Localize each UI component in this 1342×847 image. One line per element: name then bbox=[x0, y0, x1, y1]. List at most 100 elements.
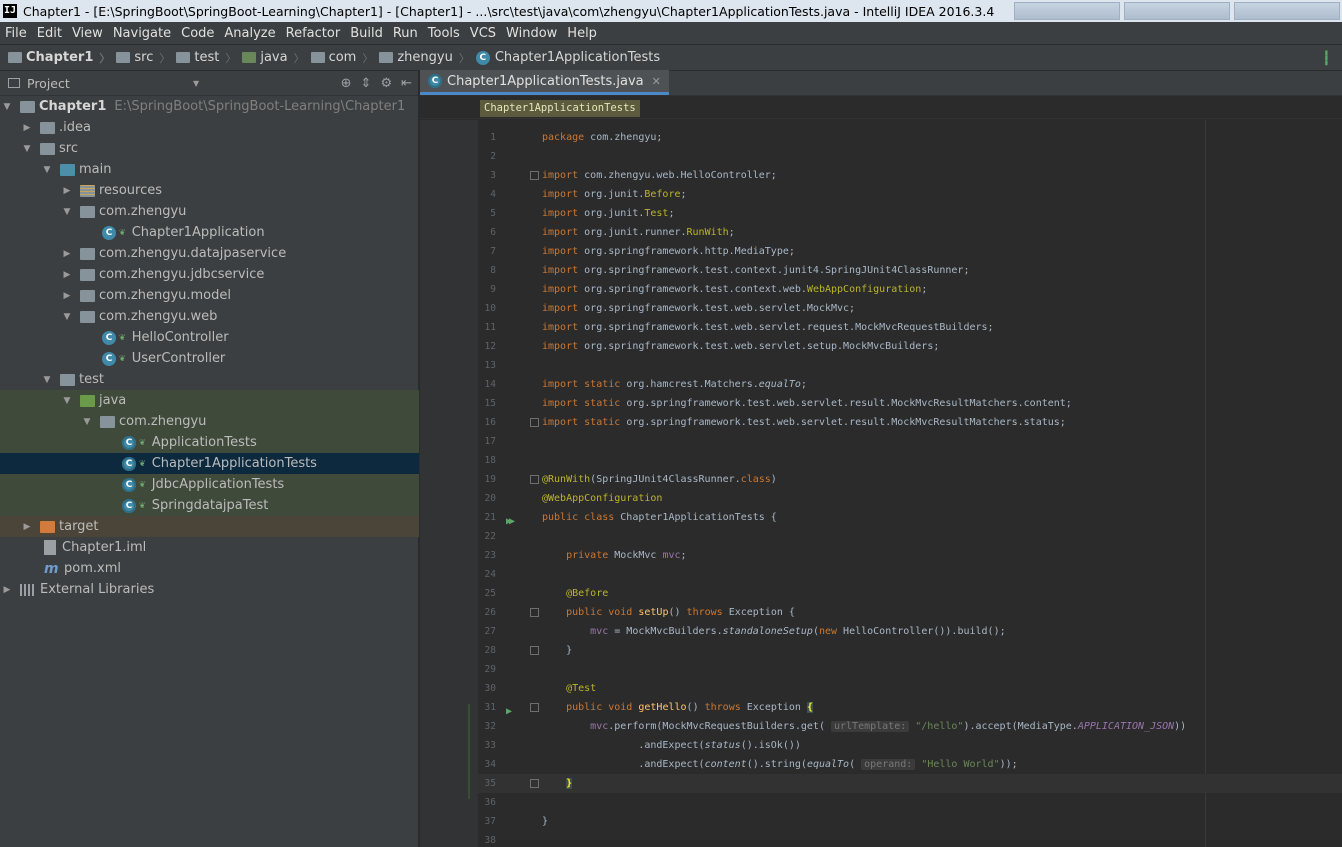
menu-run[interactable]: Run bbox=[388, 26, 423, 41]
code-line: 27 mvc = MockMvcBuilders.standaloneSetup… bbox=[478, 622, 1342, 641]
tree-node-idea[interactable]: ▶ .idea bbox=[0, 117, 419, 138]
gear-icon[interactable]: ⚙ bbox=[380, 76, 392, 91]
menu-file[interactable]: File bbox=[0, 26, 32, 41]
target-icon[interactable]: ⊕ bbox=[341, 76, 352, 91]
tree-label: com.zhengyu.web bbox=[99, 309, 218, 324]
tree-node-package[interactable]: ▼ com.zhengyu.web bbox=[0, 306, 419, 327]
tree-node-package[interactable]: ▶ com.zhengyu.jdbcservice bbox=[0, 264, 419, 285]
tree-node-class-selected[interactable]: ▶C❦Chapter1ApplicationTests bbox=[0, 453, 419, 474]
crumb-project[interactable]: Chapter1 〉 bbox=[8, 50, 116, 66]
tree-node-package[interactable]: ▶ com.zhengyu.model bbox=[0, 285, 419, 306]
line-number: 19 bbox=[484, 474, 496, 485]
folder-icon bbox=[40, 121, 55, 134]
menu-build[interactable]: Build bbox=[345, 26, 388, 41]
line-number: 20 bbox=[484, 493, 496, 504]
line-number: 16 bbox=[484, 417, 496, 428]
project-panel-title[interactable]: Project bbox=[27, 76, 70, 91]
chevron-down-icon[interactable]: ▼ bbox=[62, 312, 72, 322]
tree-node-class[interactable]: ▶C❦JdbcApplicationTests bbox=[0, 474, 419, 495]
menu-help[interactable]: Help bbox=[562, 26, 602, 41]
hide-panel-icon[interactable]: ⇤ bbox=[401, 76, 412, 91]
tree-node-target[interactable]: ▶ target bbox=[0, 516, 419, 537]
crumb-com[interactable]: com 〉 bbox=[310, 50, 380, 66]
chevron-right-icon[interactable]: ▶ bbox=[22, 522, 32, 532]
chevron-down-icon[interactable]: ▼ bbox=[82, 417, 92, 427]
keyword: import bbox=[542, 189, 579, 200]
fold-icon[interactable] bbox=[530, 703, 539, 712]
chevron-right-icon[interactable]: ▶ bbox=[22, 123, 32, 133]
tree-node-package[interactable]: ▶ com.zhengyu.datajpaservice bbox=[0, 243, 419, 264]
tree-node-libraries[interactable]: ▶ External Libraries bbox=[0, 579, 419, 600]
chevron-right-icon[interactable]: ▶ bbox=[62, 270, 72, 280]
code-text: package com.zhengyu; bbox=[542, 128, 662, 147]
tree-node-src[interactable]: ▼ src bbox=[0, 138, 419, 159]
tree-node-project[interactable]: ▼ Chapter1 E:\SpringBoot\SpringBoot-Learni… bbox=[0, 96, 419, 117]
menu-window[interactable]: Window bbox=[501, 26, 562, 41]
fold-icon[interactable] bbox=[530, 418, 539, 427]
fold-icon[interactable] bbox=[530, 608, 539, 617]
tree-node-class[interactable]: ▶C❦Chapter1Application bbox=[0, 222, 419, 243]
chevron-down-icon[interactable]: ▼ bbox=[42, 375, 52, 385]
fold-icon[interactable] bbox=[530, 646, 539, 655]
fold-icon[interactable] bbox=[530, 779, 539, 788]
taskbar-tab[interactable] bbox=[1014, 2, 1120, 20]
chevron-right-icon[interactable]: ▶ bbox=[62, 291, 72, 301]
code-text: import static org.hamcrest.Matchers.equa… bbox=[542, 375, 807, 394]
tree-node-package[interactable]: ▼ com.zhengyu bbox=[0, 201, 419, 222]
taskbar-tab[interactable] bbox=[1234, 2, 1340, 20]
code-token: org.junit. bbox=[584, 208, 645, 219]
code-text: public void getHello() throws Exception … bbox=[542, 698, 813, 717]
collapse-icon[interactable]: ⇕ bbox=[361, 76, 372, 91]
menu-vcs[interactable]: VCS bbox=[465, 26, 501, 41]
menu-analyze[interactable]: Analyze bbox=[219, 26, 280, 41]
chevron-right-icon[interactable]: ▶ bbox=[62, 249, 72, 259]
close-icon[interactable]: ✕ bbox=[652, 75, 661, 88]
tree-node-iml[interactable]: ▶Chapter1.iml bbox=[0, 537, 419, 558]
menu-tools[interactable]: Tools bbox=[423, 26, 465, 41]
crumb-zhengyu[interactable]: zhengyu 〉 bbox=[379, 50, 476, 66]
menu-edit[interactable]: Edit bbox=[32, 26, 67, 41]
chevron-down-icon[interactable]: ▼ bbox=[2, 102, 12, 112]
keyword: static bbox=[584, 398, 621, 409]
code-line: 36 bbox=[478, 793, 1342, 812]
class-breadcrumb-chip[interactable]: Chapter1ApplicationTests bbox=[480, 100, 640, 117]
tree-node-test-java[interactable]: ▼ java bbox=[0, 390, 419, 411]
code-line: 26 public void setUp() throws Exception … bbox=[478, 603, 1342, 622]
fold-icon[interactable] bbox=[530, 171, 539, 180]
crumb-java[interactable]: java 〉 bbox=[242, 50, 310, 66]
chevron-right-icon[interactable]: ▶ bbox=[62, 186, 72, 196]
taskbar-tab[interactable] bbox=[1124, 2, 1230, 20]
chevron-down-icon[interactable]: ▼ bbox=[193, 79, 199, 88]
run-config-icon[interactable]: ▮ ▮ ▮ bbox=[1324, 49, 1336, 67]
crumb-src[interactable]: src 〉 bbox=[116, 50, 176, 66]
tree-node-package[interactable]: ▼ com.zhengyu bbox=[0, 411, 419, 432]
tree-node-class[interactable]: ▶C❦HelloController bbox=[0, 327, 419, 348]
crumb-class[interactable]: C Chapter1ApplicationTests bbox=[475, 50, 660, 65]
menu-view[interactable]: View bbox=[67, 26, 108, 41]
fold-icon[interactable] bbox=[530, 475, 539, 484]
keyword: import bbox=[542, 208, 579, 219]
editor-tab[interactable]: C Chapter1ApplicationTests.java ✕ bbox=[420, 70, 669, 95]
tree-node-class[interactable]: ▶C❦ApplicationTests bbox=[0, 432, 419, 453]
tree-node-test[interactable]: ▼ test bbox=[0, 369, 419, 390]
chevron-down-icon[interactable]: ▼ bbox=[42, 165, 52, 175]
leaf-icon: ❦ bbox=[139, 438, 146, 447]
menu-refactor[interactable]: Refactor bbox=[281, 26, 346, 41]
tree-node-class[interactable]: ▶C❦UserController bbox=[0, 348, 419, 369]
chevron-down-icon[interactable]: ▼ bbox=[22, 144, 32, 154]
menu-navigate[interactable]: Navigate bbox=[108, 26, 176, 41]
tree-node-class[interactable]: ▶C❦SpringdatajpaTest bbox=[0, 495, 419, 516]
chevron-down-icon[interactable]: ▼ bbox=[62, 207, 72, 217]
crumb-test[interactable]: test 〉 bbox=[176, 50, 242, 66]
menu-code[interactable]: Code bbox=[176, 26, 219, 41]
tree-node-pom[interactable]: ▶mpom.xml bbox=[0, 558, 419, 579]
folder-icon bbox=[40, 142, 55, 155]
tree-node-main[interactable]: ▼ main bbox=[0, 159, 419, 180]
tree-node-resources[interactable]: ▶ resources bbox=[0, 180, 419, 201]
code-token: mvc bbox=[590, 626, 609, 637]
line-number: 10 bbox=[484, 303, 496, 314]
chevron-right-icon[interactable]: ▶ bbox=[2, 585, 12, 595]
code-area[interactable]: 1 package com.zhengyu; 2 3 import com.zhen… bbox=[478, 128, 1342, 847]
line-number: 34 bbox=[484, 759, 496, 770]
chevron-down-icon[interactable]: ▼ bbox=[62, 396, 72, 406]
